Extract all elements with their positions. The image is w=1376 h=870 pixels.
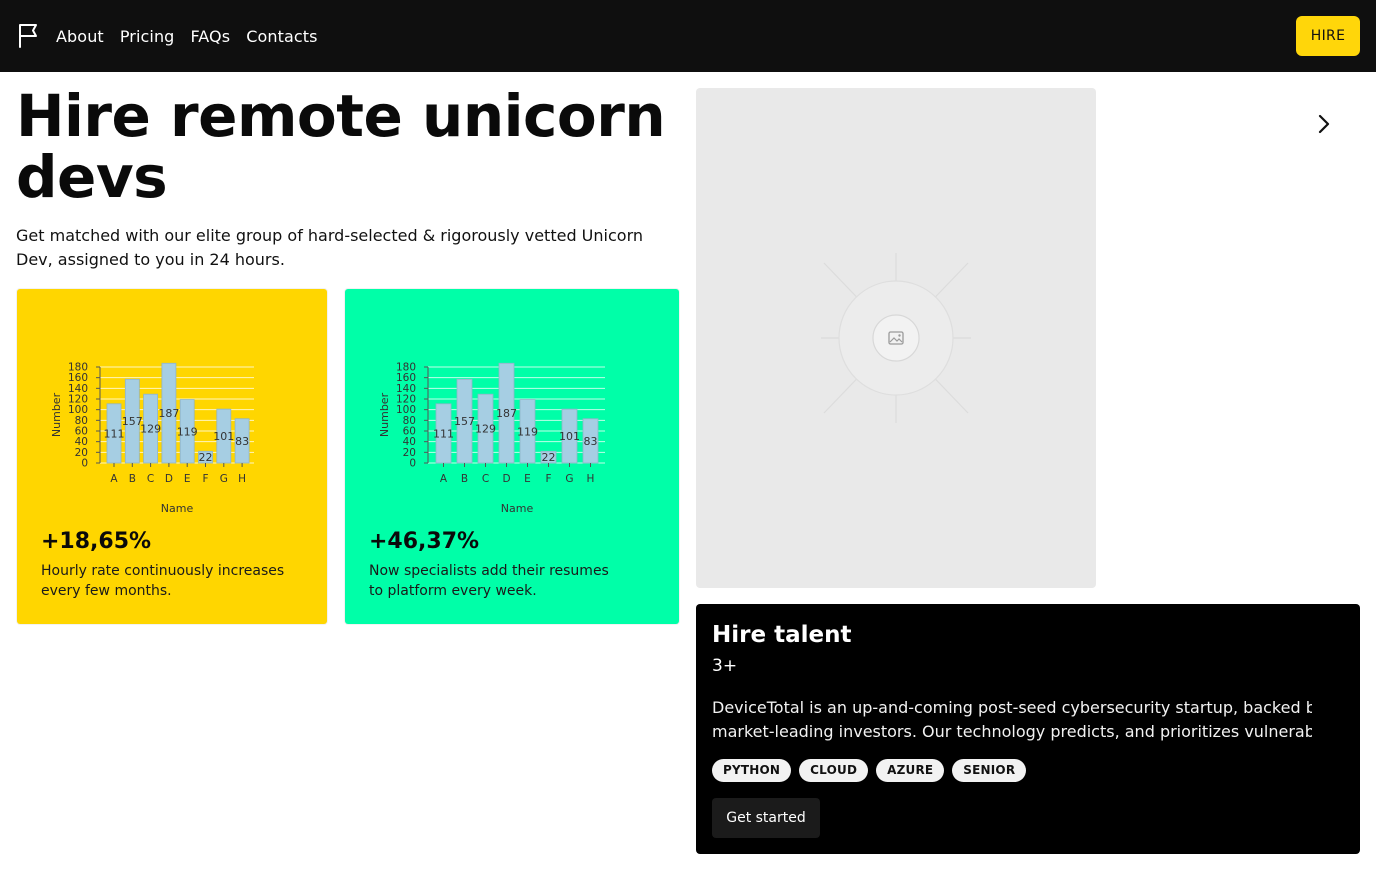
nav-link-about[interactable]: About [56,27,104,46]
x-axis-label: Name [501,502,534,515]
y-tick-label: 60 [75,426,88,438]
y-tick-label: 120 [68,394,88,406]
data-label: 119 [517,425,538,438]
y-tick-label: 140 [68,383,88,395]
hero-title: Hire remote unicorn devs [16,82,666,211]
stat-card-specialists: 0 20 40 60 80 100 120 140 160 180 111 A 157 B 129 C 187 D… [345,289,679,624]
y-tick-label: 0 [81,458,88,470]
x-tick-label: E [184,473,191,485]
data-label: 129 [140,423,161,436]
y-tick-label: 160 [396,372,416,384]
top-nav: About Pricing FAQs Contacts HIRE [0,0,1376,72]
x-tick-label: C [147,473,154,485]
talent-title: Hire talent [712,622,852,648]
data-label: 83 [584,435,598,448]
hero-subtitle: Get matched with our elite group of hard… [16,226,643,269]
x-tick-label: D [502,473,510,485]
data-label: 187 [496,407,517,420]
y-tick-label: 120 [396,394,416,406]
stat-description: Hourly rate continuously increases every… [41,563,285,599]
hire-button[interactable]: HIRE [1296,16,1360,56]
talent-experience: 3+ [712,656,738,676]
x-tick-label: H [238,473,246,485]
y-axis-label: Number [50,392,63,437]
bar-chart: 020406080100120140160180111A157B129C187D… [50,362,254,515]
x-tick-label: G [565,473,573,485]
hire-talent-card: Hire talent 3+ DeviceTotal is an up-and-… [696,604,1360,854]
x-tick-label: F [202,473,208,485]
stat-value: +18,65% [41,529,152,554]
x-tick-label: B [129,473,136,485]
skill-tag-senior: SENIOR [952,759,1027,782]
data-label: 101 [213,430,234,443]
bar-chart: 020406080100120140160180 111 A 157 B 129 C 187 D… [378,362,605,515]
y-tick-label: 0 [409,458,416,470]
x-tick-label: H [587,473,595,485]
data-label: 187 [158,407,179,420]
data-label: 111 [433,427,454,440]
x-tick-label: F [545,473,551,485]
data-label: 111 [104,427,125,440]
y-tick-label: 60 [403,426,416,438]
data-label: 22 [542,451,556,464]
y-tick-label: 160 [68,372,88,384]
data-label: 22 [199,451,213,464]
x-tick-label: E [524,473,531,485]
flag-icon[interactable] [16,22,40,48]
y-tick-label: 80 [75,415,88,427]
y-tick-label: 180 [68,362,88,374]
y-tick-label: 180 [396,362,416,374]
skill-tag-python: PYTHON [712,759,792,782]
skill-tag-cloud: CLOUD [799,759,869,782]
x-tick-label: G [220,473,228,485]
talent-description-line: market-leading investors. Our technology… [712,722,1312,741]
stat-description: Now specialists add their resumes to pla… [369,563,609,599]
data-label: 83 [235,435,249,448]
chevron-right-icon[interactable] [1310,110,1338,138]
talent-description: DeviceTotal is an up-and-coming post-see… [712,696,1312,744]
y-tick-label: 40 [75,436,88,448]
y-tick-label: 100 [68,404,88,416]
x-tick-label: A [110,473,118,485]
x-axis-label: Name [161,502,194,515]
data-label: 119 [177,425,198,438]
nav-link-faqs[interactable]: FAQs [190,27,230,46]
skill-tags: PYTHON CLOUD AZURE SENIOR [712,759,1027,782]
data-label: 129 [475,423,496,436]
data-label: 157 [454,415,475,428]
y-tick-label: 20 [75,447,88,459]
image-placeholder-graphic [821,253,971,423]
data-label: 101 [559,430,580,443]
stat-card-hourly-rate: 0 20 40 60 80 100 120 140 160 180 111 A 157 B 129 C 187 D… [17,289,327,624]
y-tick-label: 40 [403,436,416,448]
nav-link-contacts[interactable]: Contacts [246,27,317,46]
y-tick-label: 140 [396,383,416,395]
x-tick-label: A [440,473,448,485]
get-started-button[interactable]: Get started [712,798,820,838]
stat-value: +46,37% [369,529,480,554]
x-tick-label: D [165,473,173,485]
y-axis-label: Number [378,392,391,437]
talent-description-line: DeviceTotal is an up-and-coming post-see… [712,698,1312,717]
x-tick-label: B [461,473,468,485]
y-tick-label: 20 [403,447,416,459]
y-tick-label: 80 [403,415,416,427]
x-tick-label: C [482,473,489,485]
image-placeholder [696,88,1096,588]
y-tick-label: 100 [396,404,416,416]
skill-tag-azure: AZURE [876,759,945,782]
nav-link-pricing[interactable]: Pricing [120,27,175,46]
nav-links: About Pricing FAQs Contacts [56,0,318,72]
